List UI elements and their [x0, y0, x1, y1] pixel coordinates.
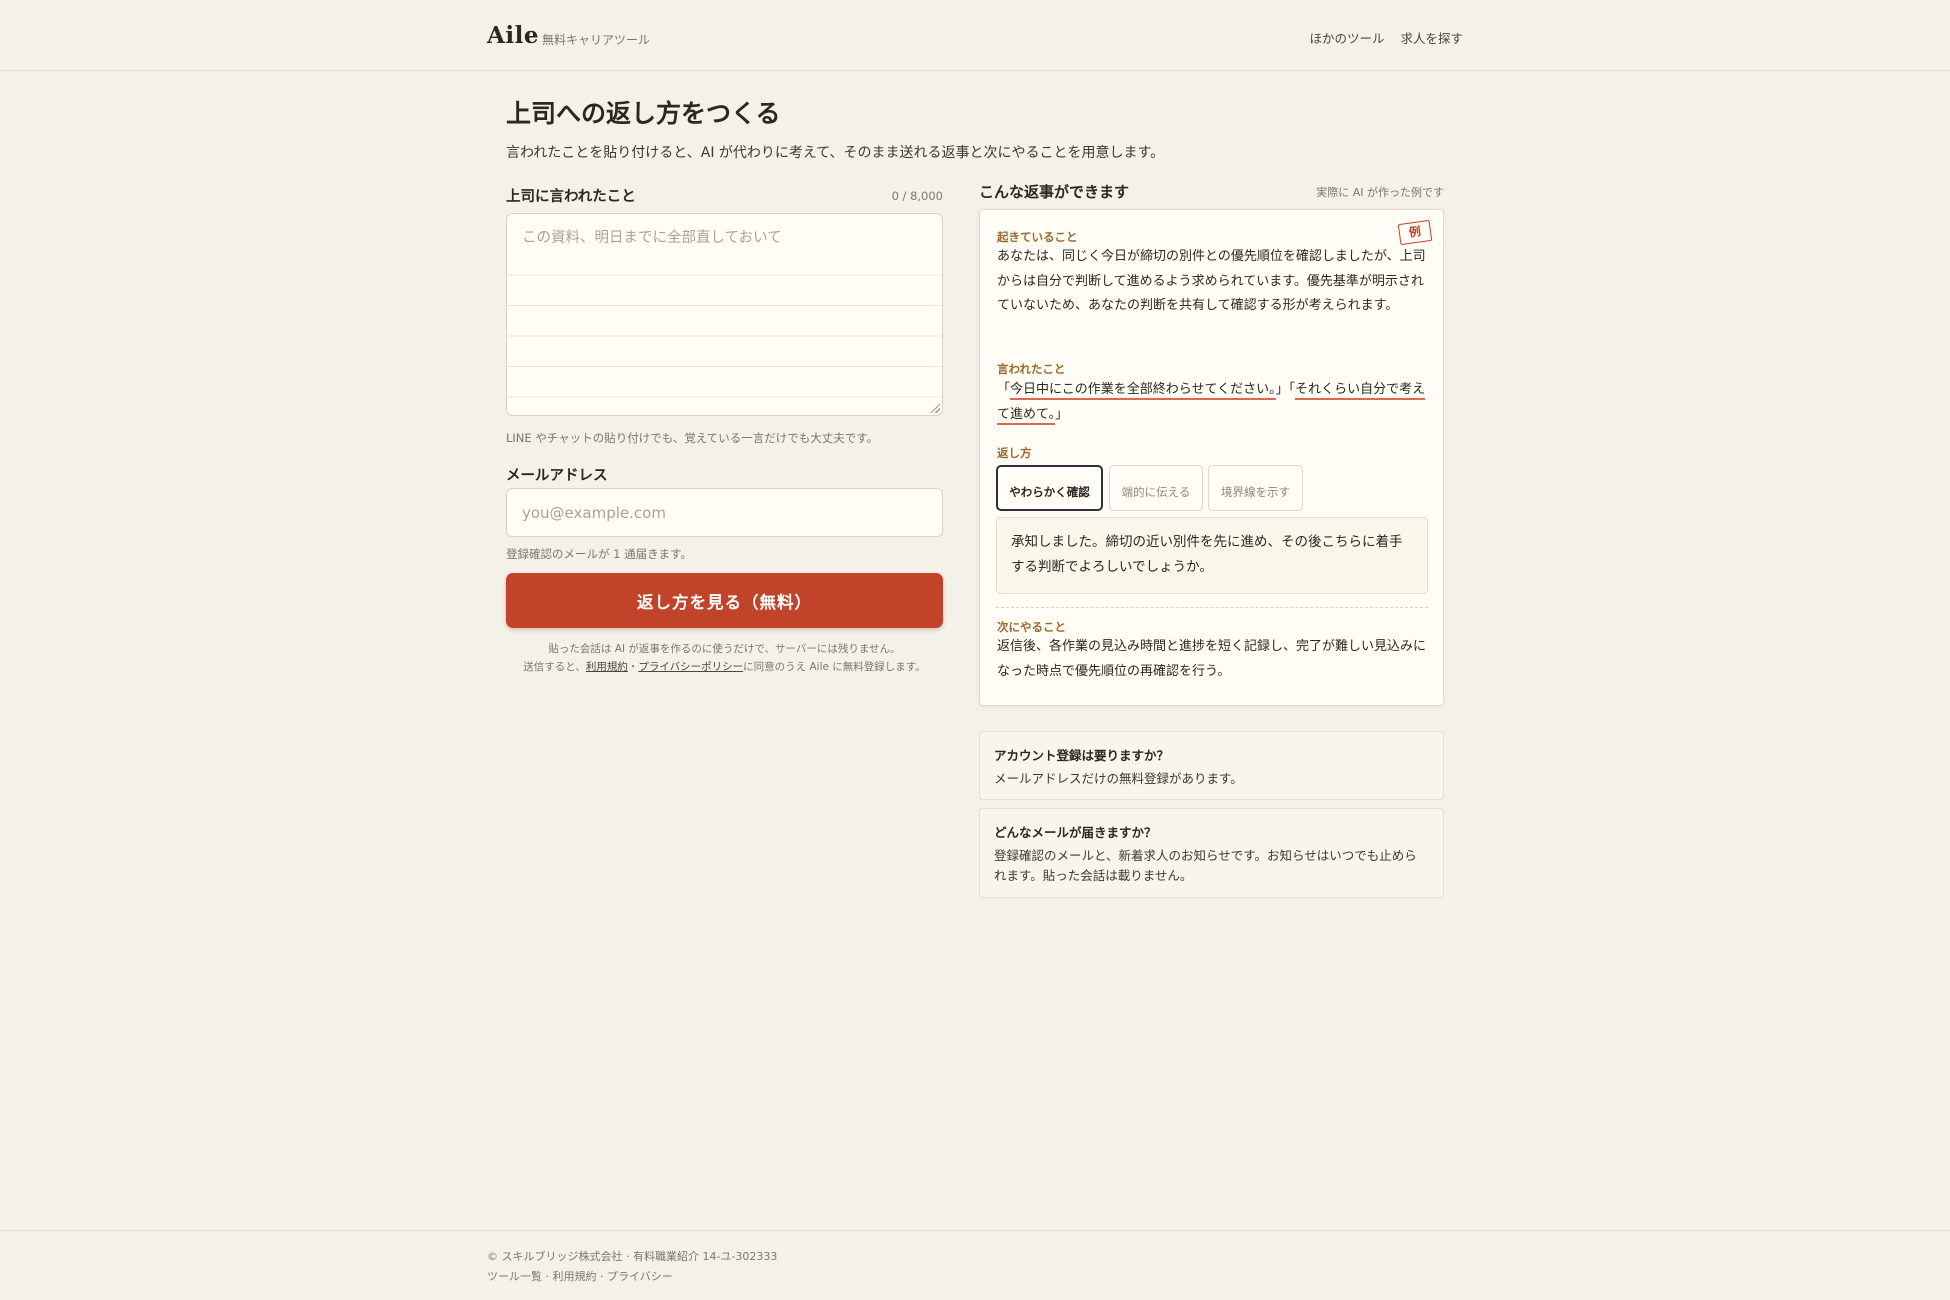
- consent-suffix: に同意のうえ Aile に無料登録します。: [743, 661, 926, 673]
- footer-separator: ·: [542, 1270, 553, 1283]
- said-quote-1: 今日中にこの作業を全部終わらせてください。: [1010, 382, 1276, 400]
- footer-link-tools[interactable]: ツール一覧: [487, 1270, 542, 1283]
- email-label: メールアドレス: [506, 468, 608, 484]
- email-hint: 登録確認のメールが 1 通届きます。: [506, 547, 692, 561]
- message-label: 上司に言われたこと: [506, 189, 636, 205]
- faq-answer: メールアドレスだけの無料登録があります。: [994, 771, 1243, 786]
- consent-separator: ・: [627, 661, 639, 673]
- footer-copyright: © スキルブリッジ株式会社 · 有料職業紹介 14-ユ-302333: [487, 1250, 778, 1263]
- page-description: 言われたことを貼り付けると、AI が代わりに考えて、そのまま送れる返事と次にやる…: [506, 145, 1165, 161]
- next-label: 次にやること: [997, 620, 1066, 634]
- footer-link-terms[interactable]: 利用規約: [553, 1270, 597, 1283]
- faq-question: アカウント登録は要りますか？: [994, 748, 1170, 763]
- message-counter: 0 / 8,000: [891, 189, 943, 203]
- logo-subtitle: 無料キャリアツール: [542, 33, 651, 47]
- tone-concise-button[interactable]: 端的に伝える: [1109, 465, 1203, 511]
- resize-handle-icon[interactable]: [931, 404, 940, 413]
- logo[interactable]: Aile: [487, 22, 539, 49]
- example-stamp: 例: [1397, 219, 1433, 246]
- page-title: 上司への返し方をつくる: [506, 99, 781, 128]
- said-label: 言われたこと: [997, 362, 1066, 376]
- privacy-note: 貼った会話は AI が返事を作るのに使うだけで、サーバーには残りません。: [548, 643, 901, 655]
- situation-text: あなたは、同じく今日が締切の別件との優先順位を確認しましたが、上司からは自分で判…: [997, 249, 1426, 313]
- quote-open: 「: [997, 382, 1011, 397]
- message-textarea-wrapper: [506, 213, 943, 416]
- example-note: 実際に AI が作った例です: [1316, 186, 1444, 199]
- nav-find-jobs[interactable]: 求人を探す: [1400, 28, 1463, 47]
- said-quote: 「今日中にこの作業を全部終わらせてください。」「それくらい自分で考えて進めて。」: [997, 378, 1427, 427]
- example-title: こんな返事ができます: [979, 183, 1130, 201]
- site-footer: © スキルブリッジ株式会社 · 有料職業紹介 14-ユ-302333 ツール一覧…: [0, 1230, 1950, 1300]
- next-text: 返信後、各作業の見込み時間と進捗を短く記録し、完了が難しい見込みになった時点で優…: [997, 639, 1427, 679]
- message-hint: LINE やチャットの貼り付けでも、覚えている一言だけでも大丈夫です。: [506, 431, 879, 445]
- faq-question: どんなメールが届きますか？: [994, 825, 1157, 840]
- quote-close: 」: [1055, 406, 1069, 422]
- consent-prefix: 送信すると、: [523, 661, 586, 673]
- privacy-policy-link[interactable]: プライバシーポリシー: [638, 661, 743, 673]
- example-card: 例 起きていること あなたは、同じく今日が締切の別件との優先順位を確認しましたが…: [979, 209, 1444, 706]
- terms-link[interactable]: 利用規約: [586, 661, 628, 673]
- faq-item: アカウント登録は要りますか？ メールアドレスだけの無料登録があります。: [979, 731, 1444, 800]
- faq-answer: 登録確認のメールと、新着求人のお知らせです。お知らせはいつでも止められます。貼っ…: [994, 848, 1417, 883]
- footer-separator: ·: [596, 1270, 607, 1283]
- reply-style-label: 返し方: [997, 446, 1032, 460]
- faq-item: どんなメールが届きますか？ 登録確認のメールと、新着求人のお知らせです。お知らせ…: [979, 808, 1444, 898]
- tone-soft-button[interactable]: やわらかく確認: [996, 465, 1103, 511]
- nav-other-tools[interactable]: ほかのツール: [1309, 28, 1384, 47]
- tone-boundary-button[interactable]: 境界線を示す: [1208, 465, 1303, 511]
- site-header: Aile 無料キャリアツール ほかのツール 求人を探す: [0, 0, 1950, 71]
- header-nav: ほかのツール 求人を探す: [1309, 28, 1463, 47]
- submit-button[interactable]: 返し方を見る（無料）: [506, 573, 943, 628]
- footer-links: ツール一覧 · 利用規約 · プライバシー: [487, 1268, 673, 1284]
- divider: [996, 607, 1428, 608]
- consent-note: 送信すると、利用規約・プライバシーポリシーに同意のうえ Aile に無料登録しま…: [506, 659, 943, 674]
- footer-link-privacy[interactable]: プライバシー: [607, 1270, 673, 1283]
- situation-label: 起きていること: [997, 230, 1078, 244]
- email-input[interactable]: [506, 488, 943, 537]
- reply-text: 承知しました。締切の近い別件を先に進め、その後こちらに着手する判断でよろしいでし…: [996, 517, 1428, 594]
- message-input[interactable]: [507, 214, 942, 415]
- quote-mid: 」「: [1275, 382, 1296, 397]
